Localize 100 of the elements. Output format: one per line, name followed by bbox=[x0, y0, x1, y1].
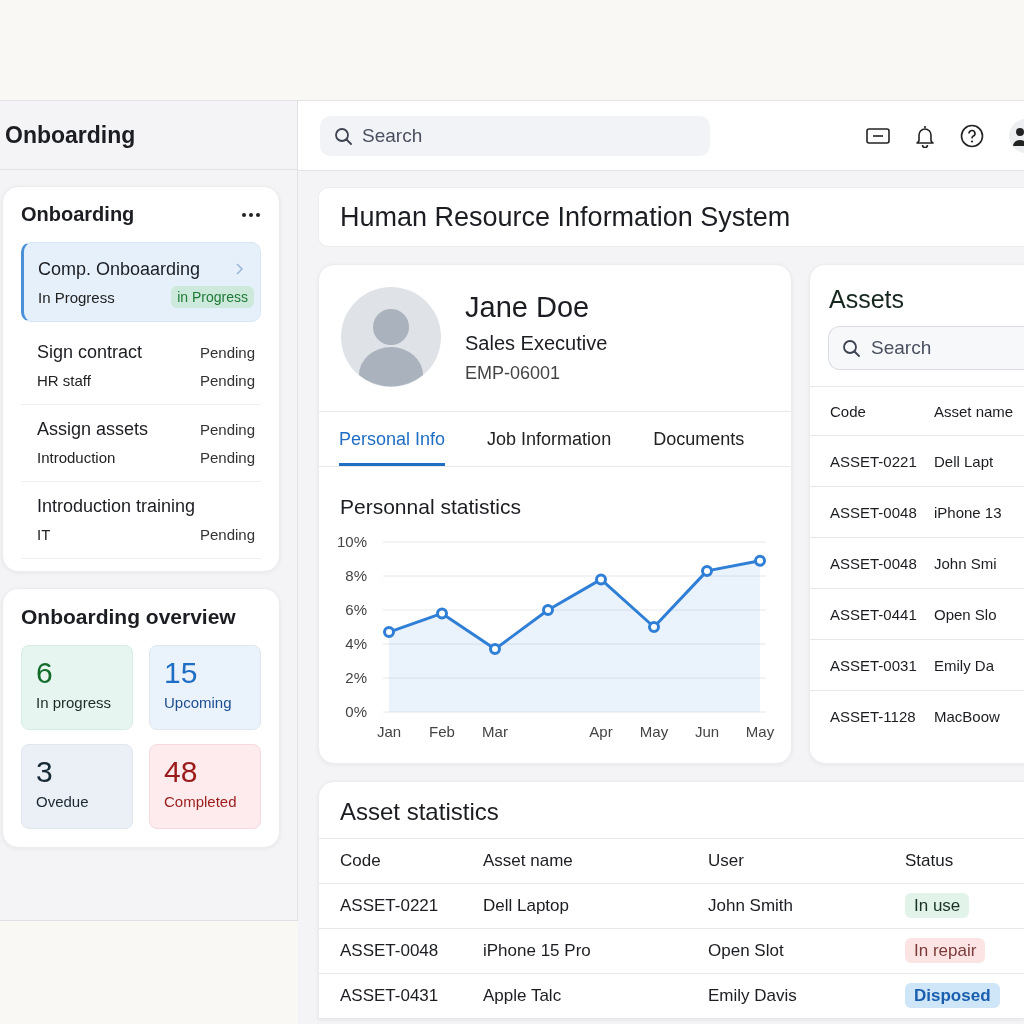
task-item[interactable]: Comp. Onboaarding In Progress in Progress bbox=[21, 242, 261, 322]
table-cell-text: ASSET-0048 bbox=[340, 941, 440, 961]
task-item[interactable]: Assign assets Pending Introduction Pending bbox=[21, 405, 261, 482]
tab[interactable]: Job Information bbox=[487, 412, 612, 466]
table-cell-text: ASSET-0431 bbox=[340, 986, 440, 1006]
table-cell-text: ASSET-0031 bbox=[830, 656, 918, 674]
column-header: Code bbox=[340, 851, 382, 871]
sidebar-title: Onboarding bbox=[0, 101, 297, 170]
stat-value: 6 bbox=[36, 656, 54, 690]
task-subtitle: IT bbox=[37, 525, 51, 543]
data-point bbox=[595, 573, 607, 586]
axis-label: 0% bbox=[345, 703, 367, 720]
data-point bbox=[542, 604, 554, 616]
stat-value: 3 bbox=[36, 755, 54, 789]
axis-label: 2% bbox=[345, 669, 367, 686]
card-title: Onboarding bbox=[21, 203, 135, 226]
status-badge: In repair bbox=[905, 938, 986, 963]
table-cell-text: ASSET-0048 bbox=[830, 554, 918, 572]
status-badge: In use bbox=[905, 893, 970, 918]
task-title: Assign assets bbox=[37, 418, 149, 440]
table-cell-text: Apple Talc bbox=[483, 986, 563, 1006]
stat-label: Upcoming bbox=[164, 694, 233, 711]
task-status: Pending bbox=[199, 420, 255, 438]
employee-role: Sales Executive bbox=[465, 331, 608, 355]
task-status: Pending bbox=[199, 525, 255, 543]
column-header: Code bbox=[830, 402, 867, 420]
stat-value: 15 bbox=[164, 656, 199, 690]
search-icon bbox=[334, 126, 352, 145]
tab[interactable]: Documents bbox=[653, 412, 745, 466]
axis-label: May bbox=[639, 723, 669, 740]
search-icon bbox=[842, 339, 860, 357]
stat-label: Ovedue bbox=[36, 793, 90, 810]
table-cell-text: ASSET-0048 bbox=[830, 503, 918, 521]
data-point bbox=[754, 554, 766, 567]
data-point bbox=[383, 626, 395, 639]
table-cell-text: ASSET-1128 bbox=[830, 707, 917, 725]
column-header: Asset name bbox=[934, 402, 1014, 420]
data-point bbox=[648, 621, 660, 633]
user-avatar-icon[interactable] bbox=[1008, 117, 1024, 154]
axis-label: May bbox=[745, 723, 775, 740]
task-status: Pending bbox=[199, 448, 255, 466]
task-title: Sign contract bbox=[37, 341, 143, 363]
column-header: Asset name bbox=[483, 851, 574, 871]
task-status: Pending bbox=[199, 343, 255, 361]
column-header: User bbox=[708, 851, 745, 871]
card-title: Onboarding overview bbox=[21, 605, 237, 629]
data-point bbox=[436, 607, 448, 620]
stat-label: In progress bbox=[36, 694, 113, 711]
axis-label: Mar bbox=[482, 723, 508, 740]
table-cell: Emily Da bbox=[934, 656, 994, 674]
employee-id: EMP-06001 bbox=[465, 362, 562, 384]
status-badge: Disposed bbox=[905, 983, 1000, 1008]
table-cell-text: Emily Davis bbox=[708, 986, 798, 1006]
axis-label: Feb bbox=[429, 723, 455, 740]
axis-label: 10% bbox=[337, 533, 367, 550]
task-title: Introduction training bbox=[37, 495, 196, 517]
axis-label: Apr bbox=[589, 723, 613, 740]
axis-label: Jun bbox=[694, 723, 720, 740]
task-item[interactable]: Sign contract Pending HR staff Pending bbox=[21, 328, 261, 405]
table-cell: MacBoow bbox=[934, 707, 1000, 725]
task-status: Pending bbox=[199, 371, 255, 389]
axis-label: 6% bbox=[345, 601, 367, 618]
data-point bbox=[489, 643, 501, 656]
table-cell-text: ASSET-0441 bbox=[830, 605, 918, 623]
card-title: Assets bbox=[829, 285, 905, 314]
column-header: Status bbox=[905, 851, 955, 871]
axis-label: 4% bbox=[345, 635, 367, 652]
table-cell: Open Slo bbox=[934, 605, 997, 623]
axis-label: 8% bbox=[345, 567, 367, 584]
table-cell: Dell Lapt bbox=[934, 452, 994, 470]
chevron-right-icon bbox=[234, 262, 244, 276]
table-cell: John Smi bbox=[934, 554, 997, 572]
table-cell: iPhone 13 bbox=[934, 503, 1002, 521]
axis-label: Jan bbox=[376, 723, 402, 740]
task-subtitle: Introduction bbox=[37, 448, 116, 466]
status-badge: in Progress bbox=[171, 286, 254, 308]
search-field[interactable]: Search bbox=[828, 326, 1024, 370]
task-subtitle: In Progress bbox=[38, 288, 115, 306]
minus-box-icon[interactable] bbox=[866, 126, 890, 145]
task-subtitle: HR staff bbox=[37, 371, 91, 389]
table-cell-text: Open Slot bbox=[708, 941, 785, 961]
search-field[interactable]: Search bbox=[320, 115, 710, 156]
table-cell-text: iPhone 15 Pro bbox=[483, 941, 592, 961]
page-title: Human Resource Information System bbox=[340, 201, 791, 233]
task-title: Comp. Onboaarding bbox=[38, 258, 201, 280]
stat-label: Completed bbox=[164, 793, 238, 810]
table-cell-text: Dell Laptop bbox=[483, 896, 570, 916]
employee-name: Jane Doe bbox=[465, 290, 591, 324]
stat-value: 48 bbox=[164, 755, 199, 789]
table-cell-text: John Smith bbox=[708, 896, 795, 916]
table-cell-text: ASSET-0221 bbox=[340, 896, 440, 916]
table-cell-text: ASSET-0221 bbox=[830, 452, 918, 470]
data-point bbox=[701, 564, 713, 577]
chart-title: Personnal statistics bbox=[339, 494, 522, 520]
task-item[interactable]: Introduction training IT Pending bbox=[21, 482, 261, 559]
tab[interactable]: Personal Info bbox=[339, 412, 446, 466]
help-icon[interactable] bbox=[960, 123, 984, 148]
bell-icon[interactable] bbox=[914, 123, 936, 148]
card-title: Asset statistics bbox=[319, 782, 1024, 839]
more-icon[interactable] bbox=[241, 211, 261, 218]
